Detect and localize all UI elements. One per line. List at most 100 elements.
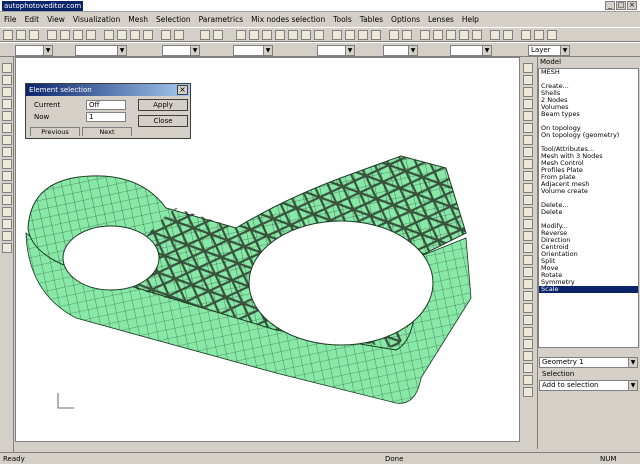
right-tool-10[interactable] xyxy=(523,183,533,193)
right-tool-7[interactable] xyxy=(523,147,533,157)
tree-item[interactable]: Shells xyxy=(539,90,638,97)
menu-file[interactable]: File xyxy=(0,13,21,26)
left-tool-14[interactable] xyxy=(2,231,12,241)
left-tool-10[interactable] xyxy=(2,183,12,193)
apply-button[interactable]: Apply xyxy=(138,99,188,111)
toolbar-tool-28[interactable] xyxy=(420,30,430,40)
left-tool-1[interactable] xyxy=(2,75,12,85)
menu-tables[interactable]: Tables xyxy=(356,13,387,26)
right-tool-16[interactable] xyxy=(523,255,533,265)
tree-item[interactable] xyxy=(539,139,638,146)
left-tool-4[interactable] xyxy=(2,111,12,121)
tree-item[interactable]: On topology xyxy=(539,125,638,132)
toolbar-tool-35[interactable] xyxy=(521,30,531,40)
tree-item[interactable]: Split xyxy=(539,258,638,265)
tree-item[interactable]: Volumes xyxy=(539,104,638,111)
toolbar-tool-20[interactable] xyxy=(301,30,311,40)
toolbar-tool-24[interactable] xyxy=(358,30,368,40)
toolbar-tool-6[interactable] xyxy=(86,30,96,40)
toolbar-tool-3[interactable] xyxy=(47,30,57,40)
menu-visualization[interactable]: Visualization xyxy=(69,13,124,26)
combo-5[interactable]: ▼ xyxy=(317,45,355,56)
right-tool-12[interactable] xyxy=(523,207,533,217)
toolbar-tool-25[interactable] xyxy=(371,30,381,40)
toolbar-tool-0[interactable] xyxy=(3,30,13,40)
tree-item[interactable]: From plate xyxy=(539,174,638,181)
toolbar-tool-9[interactable] xyxy=(130,30,140,40)
left-tool-13[interactable] xyxy=(2,219,12,229)
dialog-close-icon[interactable]: × xyxy=(177,85,188,95)
left-tool-0[interactable] xyxy=(2,63,12,73)
right-tool-22[interactable] xyxy=(523,327,533,337)
right-tool-25[interactable] xyxy=(523,363,533,373)
toolbar-tool-15[interactable] xyxy=(236,30,246,40)
tree-item[interactable] xyxy=(539,118,638,125)
menu-parametrics[interactable]: Parametrics xyxy=(195,13,248,26)
combo-6[interactable]: ▼ xyxy=(383,45,418,56)
toolbar-tool-33[interactable] xyxy=(490,30,500,40)
right-tool-1[interactable] xyxy=(523,75,533,85)
menu-selection[interactable]: Selection xyxy=(152,13,195,26)
left-tool-9[interactable] xyxy=(2,171,12,181)
menu-help[interactable]: Help xyxy=(458,13,483,26)
tree-item[interactable] xyxy=(539,76,638,83)
right-tool-27[interactable] xyxy=(523,387,533,397)
toolbar-tool-13[interactable] xyxy=(200,30,210,40)
toolbar-tool-23[interactable] xyxy=(345,30,355,40)
toolbar-tool-11[interactable] xyxy=(161,30,171,40)
right-tool-18[interactable] xyxy=(523,279,533,289)
toolbar-tool-32[interactable] xyxy=(472,30,482,40)
left-tool-5[interactable] xyxy=(2,123,12,133)
right-tool-24[interactable] xyxy=(523,351,533,361)
current-field[interactable]: Off xyxy=(86,100,126,110)
left-tool-3[interactable] xyxy=(2,99,12,109)
toolbar-tool-12[interactable] xyxy=(174,30,184,40)
right-tool-9[interactable] xyxy=(523,171,533,181)
menu-lenses[interactable]: Lenses xyxy=(424,13,458,26)
left-tool-7[interactable] xyxy=(2,147,12,157)
tree-item[interactable]: Volume create xyxy=(539,188,638,195)
toolbar-tool-30[interactable] xyxy=(446,30,456,40)
right-tool-19[interactable] xyxy=(523,291,533,301)
maximize-button[interactable]: □ xyxy=(616,1,626,10)
toolbar-tool-14[interactable] xyxy=(213,30,223,40)
toolbar-tool-36[interactable] xyxy=(534,30,544,40)
tab-next[interactable]: Next xyxy=(82,127,132,136)
tree-item[interactable] xyxy=(539,216,638,223)
right-tool-0[interactable] xyxy=(523,63,533,73)
tree-item[interactable]: Centroid xyxy=(539,244,638,251)
toolbar-tool-5[interactable] xyxy=(73,30,83,40)
toolbar-tool-8[interactable] xyxy=(117,30,127,40)
toolbar-tool-26[interactable] xyxy=(389,30,399,40)
toolbar-tool-1[interactable] xyxy=(16,30,26,40)
combo-2[interactable]: ▼ xyxy=(75,45,127,56)
tree-item[interactable]: 2 Nodes xyxy=(539,97,638,104)
tree-item[interactable]: Move xyxy=(539,265,638,272)
toolbar-tool-18[interactable] xyxy=(275,30,285,40)
tree-item[interactable]: Beam types xyxy=(539,111,638,118)
tree-item[interactable]: Modify... xyxy=(539,223,638,230)
right-tool-5[interactable] xyxy=(523,123,533,133)
left-tool-8[interactable] xyxy=(2,159,12,169)
toolbar-tool-34[interactable] xyxy=(503,30,513,40)
right-tool-20[interactable] xyxy=(523,303,533,313)
left-tool-12[interactable] xyxy=(2,207,12,217)
combo-4[interactable]: ▼ xyxy=(233,45,273,56)
menu-mesh[interactable]: Mesh xyxy=(124,13,152,26)
toolbar-tool-10[interactable] xyxy=(143,30,153,40)
tree-item[interactable]: Profiles Plate xyxy=(539,167,638,174)
right-tool-15[interactable] xyxy=(523,243,533,253)
tree-item[interactable]: Create... xyxy=(539,83,638,90)
tree-item[interactable] xyxy=(539,195,638,202)
left-tool-2[interactable] xyxy=(2,87,12,97)
close-window-button[interactable]: × xyxy=(627,1,637,10)
combo-3[interactable]: ▼ xyxy=(162,45,200,56)
right-tool-4[interactable] xyxy=(523,111,533,121)
tree-item[interactable]: Tool/Attributes... xyxy=(539,146,638,153)
right-tool-6[interactable] xyxy=(523,135,533,145)
tree-item[interactable]: Mesh Control xyxy=(539,160,638,167)
tree-item[interactable]: Rotate xyxy=(539,272,638,279)
tree-item[interactable]: MESH xyxy=(539,69,638,76)
right-tool-17[interactable] xyxy=(523,267,533,277)
toolbar-tool-37[interactable] xyxy=(547,30,557,40)
